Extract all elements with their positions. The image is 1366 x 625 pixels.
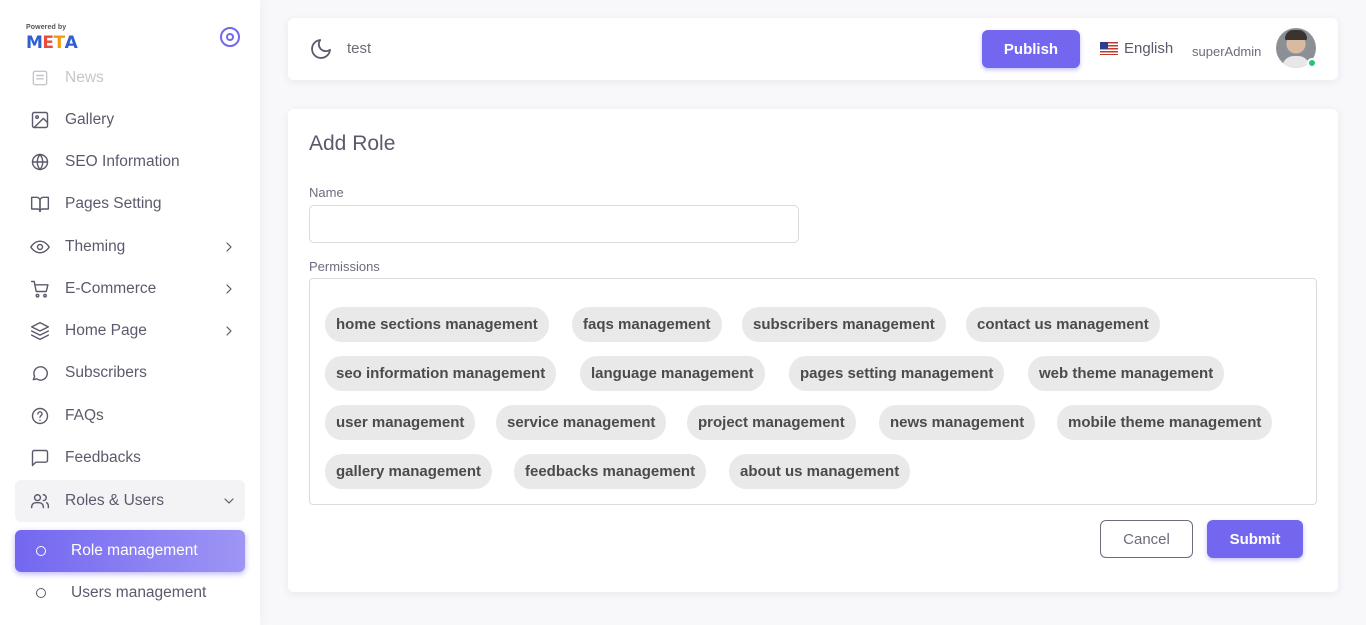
meta-logo: META: [26, 33, 78, 53]
sidebar-item-feedbacks[interactable]: Feedbacks: [15, 437, 245, 479]
chevron-right-icon: [221, 239, 237, 255]
sidebar-subitem-role-management[interactable]: Role management: [15, 530, 245, 572]
permission-chip[interactable]: service management: [496, 405, 667, 440]
layers-icon: [29, 320, 51, 342]
permission-chip[interactable]: pages setting management: [789, 356, 1005, 391]
sidebar-item-theming[interactable]: Theming: [15, 226, 245, 268]
permission-chip[interactable]: project management: [687, 405, 856, 440]
permission-chip[interactable]: subscribers management: [742, 307, 946, 342]
powered-by-text: Powered by: [26, 24, 67, 31]
sidebar-item-label: News: [65, 69, 104, 86]
sidebar-item-label: Theming: [65, 238, 126, 255]
sidebar-item-label: FAQs: [65, 407, 104, 424]
chevron-down-icon: [221, 493, 237, 509]
cancel-button[interactable]: Cancel: [1100, 520, 1193, 558]
sidebar-item-e-commerce[interactable]: E-Commerce: [15, 268, 245, 310]
circle-icon: [36, 546, 46, 556]
permission-chip[interactable]: mobile theme management: [1057, 405, 1273, 440]
project-name: test: [347, 40, 372, 57]
sidebar-item-subscribers[interactable]: Subscribers: [15, 352, 245, 394]
sidebar-item-roles-users[interactable]: Roles & Users: [15, 480, 245, 522]
top-navbar: test Publish English superAdmin: [288, 18, 1338, 80]
globe-icon: [29, 151, 51, 173]
sidebar-item-label: E-Commerce: [65, 280, 157, 297]
users-icon: [29, 490, 51, 512]
sidebar-subitem-label: Role management: [71, 542, 198, 559]
sidebar-item-seo-information[interactable]: SEO Information: [15, 141, 245, 183]
sidebar-toggle-icon[interactable]: [220, 27, 240, 47]
sidebar-subitem-users-management[interactable]: Users management: [15, 572, 245, 614]
sidebar-item-gallery[interactable]: Gallery: [15, 99, 245, 141]
book-icon: [29, 193, 51, 215]
sidebar-item-label: Gallery: [65, 111, 115, 128]
us-flag-icon: [1100, 42, 1118, 55]
page-title: Add Role: [309, 132, 396, 155]
circle-icon: [36, 588, 46, 598]
sidebar-item-label: Pages Setting: [65, 195, 162, 212]
permission-chip[interactable]: user management: [325, 405, 476, 440]
image-icon: [29, 109, 51, 131]
chevron-right-icon: [221, 323, 237, 339]
permission-chip[interactable]: gallery management: [325, 454, 493, 489]
publish-button[interactable]: Publish: [982, 30, 1080, 68]
sidebar-item-news[interactable]: News: [15, 57, 245, 99]
sidebar-item-label: SEO Information: [65, 153, 180, 170]
name-label: Name: [309, 185, 344, 200]
sidebar-item-label: Roles & Users: [65, 492, 165, 509]
online-status-badge: [1307, 58, 1317, 68]
permission-chip[interactable]: about us management: [729, 454, 911, 489]
sidebar-item-label: Subscribers: [65, 364, 147, 381]
news-icon: [29, 67, 51, 89]
message-square-icon: [29, 447, 51, 469]
add-role-card: Add Role Name Permissions home sections …: [288, 109, 1338, 592]
sidebar-item-pages-setting[interactable]: Pages Setting: [15, 183, 245, 225]
help-circle-icon: [29, 405, 51, 427]
permissions-box: home sections management faqs management…: [309, 278, 1317, 505]
sidebar-item-label: Home Page: [65, 322, 147, 339]
permission-chip[interactable]: feedbacks management: [514, 454, 707, 489]
cart-icon: [29, 278, 51, 300]
user-name: superAdmin: [1192, 44, 1262, 59]
chevron-right-icon: [221, 281, 237, 297]
language-selector[interactable]: English: [1100, 40, 1173, 57]
permission-chip[interactable]: home sections management: [325, 307, 549, 342]
eye-icon: [29, 236, 51, 258]
submit-button[interactable]: Submit: [1207, 520, 1303, 558]
sidebar: Powered by META News Gallery SEO Informa…: [0, 0, 260, 625]
sidebar-item-faqs[interactable]: FAQs: [15, 395, 245, 437]
permission-chip[interactable]: news management: [879, 405, 1036, 440]
permissions-label: Permissions: [309, 259, 380, 274]
permission-chip[interactable]: faqs management: [572, 307, 722, 342]
permission-chip[interactable]: contact us management: [966, 307, 1160, 342]
permission-chip[interactable]: web theme management: [1028, 356, 1225, 391]
permission-chip[interactable]: seo information management: [325, 356, 557, 391]
message-circle-icon: [29, 362, 51, 384]
name-input[interactable]: [309, 205, 799, 243]
moon-icon[interactable]: [309, 37, 333, 61]
permission-chip[interactable]: language management: [580, 356, 765, 391]
sidebar-item-home-page[interactable]: Home Page: [15, 310, 245, 352]
brand-logo[interactable]: Powered by META: [26, 24, 86, 54]
sidebar-item-label: Feedbacks: [65, 449, 141, 466]
language-label: English: [1124, 40, 1174, 57]
sidebar-subitem-label: Users management: [71, 584, 207, 601]
